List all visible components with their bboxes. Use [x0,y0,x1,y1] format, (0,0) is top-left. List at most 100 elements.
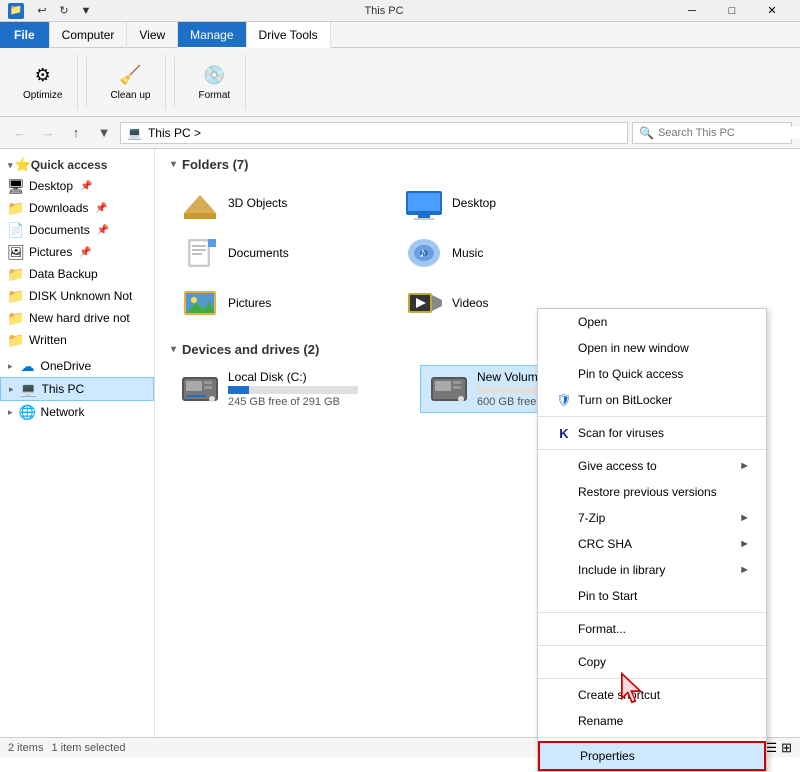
ctx-give-access[interactable]: Give access to ► [538,453,766,479]
ctx-sep-4 [538,645,766,646]
tab-drive-tools[interactable]: Drive Tools [247,22,331,48]
ctx-crc-left: CRC SHA [554,536,632,552]
pin-icon-4: 📌 [79,247,91,258]
folders-chevron: ▾ [171,159,176,170]
sidebar-item-desktop[interactable]: 🖥 Desktop 📌 [0,175,154,197]
ctx-rename[interactable]: Rename [538,708,766,734]
ctx-sep-2 [538,449,766,450]
ctx-sep-6 [538,737,766,738]
recent-button[interactable]: ▼ [92,121,116,145]
address-path[interactable]: 💻 This PC > [120,122,628,144]
back-button[interactable]: ← [8,121,32,145]
up-button[interactable]: ↑ [64,121,88,145]
ctx-sep-5 [538,678,766,679]
pin-icon-2: 📌 [95,203,107,214]
ctx-pin-start-label: Pin to Start [578,589,637,603]
sidebar: ▾ ⭐ Quick access 🖥 Desktop 📌 📁 Downloads… [0,149,155,737]
list-view-button[interactable]: ☰ [765,740,777,756]
ctx-scan-label: Scan for viruses [578,426,664,440]
grid-view-button[interactable]: ⊞ [781,740,792,756]
sidebar-label-backup: Data Backup [29,267,98,281]
cleanup-icon: 🧹 [118,64,142,88]
optimize-button[interactable]: ⚙ Optimize [16,60,69,105]
sidebar-item-written[interactable]: 📁 Written [0,329,154,351]
folder-label-pictures: Pictures [228,296,271,310]
ctx-create-shortcut[interactable]: Create shortcut [538,682,766,708]
search-input[interactable] [658,127,800,139]
sidebar-label-written: Written [29,333,67,347]
tab-computer[interactable]: Computer [50,22,128,48]
tab-view[interactable]: View [127,22,178,48]
ctx-open-new-icon [554,340,574,356]
window-title: This PC [96,5,672,17]
ctx-pin-start[interactable]: Pin to Start [538,583,766,609]
sidebar-item-this-pc[interactable]: ▸ 💻 This PC [0,377,154,401]
ctx-scan-viruses[interactable]: K Scan for viruses [538,420,766,446]
optimize-label: Optimize [23,90,62,101]
sidebar-item-disk-unknown[interactable]: 📁 DISK Unknown Not [0,285,154,307]
ctx-open[interactable]: Open [538,309,766,335]
ctx-open-new-window[interactable]: Open in new window [538,335,766,361]
format-button[interactable]: 💿 Format [191,60,237,105]
ctx-bitlocker[interactable]: 🛡 Turn on BitLocker [538,387,766,413]
svg-text:♪: ♪ [419,244,426,260]
minimize-button[interactable]: ─ [672,0,712,22]
sidebar-item-data-backup[interactable]: 📁 Data Backup [0,263,154,285]
sidebar-label-documents: Documents [29,223,90,237]
maximize-button[interactable]: □ [712,0,752,22]
folder-music[interactable]: ♪ Music [395,230,615,276]
ctx-crc-sha[interactable]: CRC SHA ► [538,531,766,557]
folder-desktop[interactable]: Desktop [395,180,615,226]
folders-section-header[interactable]: ▾ Folders (7) [171,157,784,172]
drives-chevron: ▾ [171,344,176,355]
search-box[interactable]: 🔍 [632,122,792,144]
tab-manage[interactable]: Manage [178,22,246,48]
sidebar-item-pictures[interactable]: 🖼 Pictures 📌 [0,241,154,263]
ctx-format[interactable]: Format... [538,616,766,642]
onedrive-chevron: ▸ [8,361,13,372]
ctx-copy[interactable]: Copy [538,649,766,675]
ctx-copy-label: Copy [578,655,606,669]
close-button[interactable]: ✕ [752,0,792,22]
pictures-icon: 🖼 [8,244,24,260]
sidebar-item-downloads[interactable]: 📁 Downloads 📌 [0,197,154,219]
title-bar: 📁 ↩ ↻ ▼ This PC ─ □ ✕ [0,0,800,22]
ctx-pin-quick[interactable]: Pin to Quick access [538,361,766,387]
drive-c[interactable]: Local Disk (C:) 245 GB free of 291 GB [171,365,416,413]
folder-videos-icon [404,285,444,321]
undo-button[interactable]: ↩ [32,2,52,20]
ctx-library-icon [554,562,574,578]
ctx-bitlocker-label: Turn on BitLocker [578,393,672,407]
ribbon-sep-1 [86,57,87,107]
sidebar-item-new-harddrive[interactable]: 📁 New hard drive not [0,307,154,329]
sidebar-section-quick-access[interactable]: ▾ ⭐ Quick access [0,153,154,175]
folder-documents[interactable]: Documents [171,230,391,276]
ctx-sep-1 [538,416,766,417]
section-label: Quick access [31,158,108,172]
customize-button[interactable]: ▼ [76,2,96,20]
ctx-include-library[interactable]: Include in library ► [538,557,766,583]
onedrive-icon: ☁ [20,358,36,374]
ctx-restore-versions[interactable]: Restore previous versions [538,479,766,505]
sidebar-item-onedrive[interactable]: ▸ ☁ OneDrive [0,355,154,377]
redo-button[interactable]: ↻ [54,2,74,20]
ctx-open-new-left: Open in new window [554,340,689,356]
ribbon-group-format: 💿 Format [183,54,246,110]
sidebar-label-network: Network [41,405,85,419]
sidebar-item-network[interactable]: ▸ 🌐 Network [0,401,154,423]
backup-icon: 📁 [8,266,24,282]
tab-file[interactable]: File [0,22,50,48]
ctx-properties[interactable]: Properties [538,741,766,771]
ctx-crc-label: CRC SHA [578,537,632,551]
ctx-7zip[interactable]: 7-Zip ► [538,505,766,531]
drive-e-icon [429,371,469,407]
folder-pictures[interactable]: Pictures [171,280,391,326]
ctx-properties-icon [556,748,576,764]
sidebar-item-documents[interactable]: 📄 Documents 📌 [0,219,154,241]
cleanup-button[interactable]: 🧹 Clean up [103,60,157,105]
window-controls: ─ □ ✕ [672,0,792,22]
folder-3dobjects[interactable]: 3D Objects [171,180,391,226]
new-harddrive-icon: 📁 [8,310,24,326]
ctx-restore-label: Restore previous versions [578,485,717,499]
forward-button[interactable]: → [36,121,60,145]
